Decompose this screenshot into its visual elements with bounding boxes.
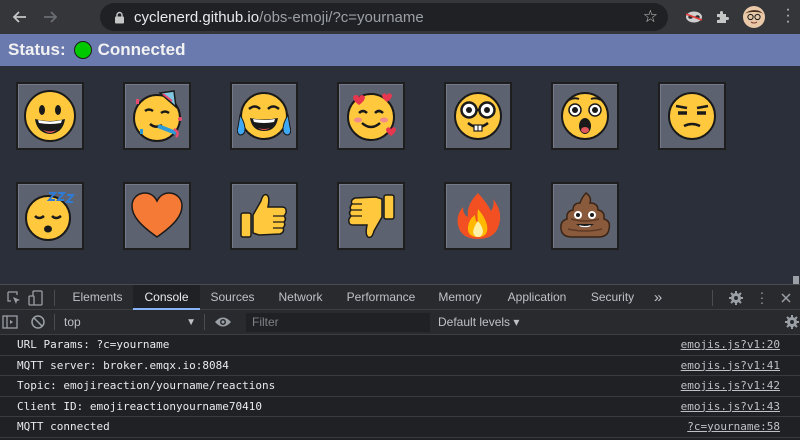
thumbs-down-icon	[348, 194, 395, 239]
console-message: URL Params: ?c=yourname emojis.js?v1:20	[0, 335, 800, 356]
context-value: top	[64, 315, 81, 329]
console-message: Client ID: emojireactionyourname70410 em…	[0, 397, 800, 417]
status-label: Status:	[8, 40, 66, 59]
console-source-link[interactable]: emojis.js?v1:41	[681, 356, 780, 376]
emoji-button-unamused-face[interactable]	[658, 82, 726, 150]
console-message-text: Client ID: emojireactionyourname70410	[17, 399, 263, 413]
bookmark-star-icon[interactable]: ☆	[643, 7, 658, 27]
console-message-text: MQTT server: broker.emqx.io:8084	[17, 358, 229, 372]
toolbar-divider	[54, 314, 55, 330]
clear-console-icon[interactable]	[30, 314, 46, 330]
emoji-button-tears-of-joy[interactable]	[230, 82, 298, 150]
address-bar[interactable]: cyclenerd.github.io/obs-emoji/?c=yournam…	[100, 3, 668, 31]
tab-console[interactable]: Console	[133, 285, 200, 310]
status-value: Connected	[97, 40, 186, 59]
page-scrollbar-thumb[interactable]	[793, 276, 799, 284]
console-messages: URL Params: ?c=yourname emojis.js?v1:20 …	[0, 335, 800, 438]
show-sidebar-icon[interactable]	[2, 314, 18, 330]
url-text: cyclenerd.github.io/obs-emoji/?c=yournam…	[134, 9, 424, 26]
tab-memory[interactable]: Memory	[426, 285, 494, 310]
page-scrollbar[interactable]	[792, 66, 800, 284]
console-source-link[interactable]: emojis.js?v1:43	[681, 397, 780, 417]
log-levels-dropdown[interactable]: Default levels ▾	[438, 314, 519, 331]
tears-of-joy-icon	[237, 92, 291, 140]
astonished-face-icon	[561, 92, 609, 140]
tab-network[interactable]: Network	[265, 285, 336, 310]
context-select[interactable]: top ▼	[58, 314, 200, 331]
console-toolbar: top ▼ Filter Default levels ▾	[0, 310, 800, 335]
smiling-face-with-hearts-icon	[347, 93, 396, 141]
nerd-face-icon	[454, 92, 502, 140]
tab-performance[interactable]: Performance	[336, 285, 426, 310]
mask-extension-icon[interactable]	[682, 5, 706, 29]
context-dropdown-arrow-icon: ▼	[186, 317, 196, 328]
avatar[interactable]	[742, 5, 766, 29]
toolbar-divider	[204, 314, 205, 330]
toolbar-divider	[712, 290, 713, 306]
unamused-face-icon	[668, 92, 716, 140]
close-devtools-icon[interactable]	[778, 290, 794, 306]
more-menu-icon[interactable]: · · ·	[782, 2, 794, 30]
console-message-text: Topic: emojireaction/yourname/reactions	[17, 379, 276, 392]
console-settings-gear-icon[interactable]	[784, 314, 800, 330]
browser-toolbar: cyclenerd.github.io/obs-emoji/?c=yournam…	[0, 0, 800, 34]
inspect-element-icon[interactable]	[6, 290, 22, 306]
console-source-link[interactable]: emojis.js?v1:42	[681, 376, 780, 396]
device-toggle-icon[interactable]	[28, 290, 44, 306]
status-bar: Status: Connected	[0, 34, 800, 66]
emoji-button-thumbs-down[interactable]	[337, 182, 405, 250]
puzzle-extensions-icon[interactable]	[710, 5, 734, 29]
back-arrow-icon[interactable]	[8, 5, 32, 29]
url-path: /obs-emoji/?c=yourname	[259, 8, 424, 26]
sleeping-face-icon	[25, 192, 76, 241]
live-expression-eye-icon[interactable]	[214, 314, 231, 330]
console-message-text: MQTT connected	[17, 420, 110, 433]
devtools-tab-bar: Elements Console Sources Network Perform…	[0, 284, 800, 310]
console-source-link[interactable]: ?c=yourname:58	[687, 417, 780, 437]
emoji-button-nerd-face[interactable]	[444, 82, 512, 150]
toolbar-divider	[54, 290, 55, 306]
forward-arrow-icon[interactable]	[38, 5, 62, 29]
partying-face-icon	[133, 90, 182, 142]
console-message: MQTT server: broker.emqx.io:8084 emojis.…	[0, 356, 800, 376]
page-content: Status: Connected	[0, 34, 800, 284]
fire-icon	[457, 193, 501, 239]
emoji-button-thumbs-up[interactable]	[230, 182, 298, 250]
emoji-button-fire[interactable]	[444, 182, 512, 250]
more-tabs-button[interactable]: »	[648, 285, 668, 310]
console-message: Topic: emojireaction/yourname/reactions …	[0, 376, 800, 397]
lock-icon	[112, 10, 126, 24]
console-message-text: URL Params: ?c=yourname	[17, 338, 170, 351]
settings-gear-icon[interactable]	[728, 290, 744, 306]
emoji-button-orange-heart[interactable]	[123, 182, 191, 250]
devtools-panel: Elements Console Sources Network Perform…	[0, 284, 800, 440]
console-source-link[interactable]: emojis.js?v1:20	[681, 335, 780, 355]
tab-sources[interactable]: Sources	[200, 285, 265, 310]
thumbs-up-icon	[240, 193, 287, 238]
emoji-button-smiling-face-with-hearts[interactable]	[337, 82, 405, 150]
devtools-menu-icon[interactable]: · · ·	[754, 285, 770, 309]
emoji-button-partying-face[interactable]	[123, 82, 191, 150]
tab-elements[interactable]: Elements	[62, 285, 133, 310]
emoji-button-sleeping-face[interactable]	[16, 182, 84, 250]
emoji-button-pile-of-poo[interactable]	[551, 182, 619, 250]
tab-security[interactable]: Security	[580, 285, 645, 310]
pile-of-poo-icon	[560, 192, 611, 238]
filter-input[interactable]: Filter	[246, 313, 430, 332]
console-message: MQTT connected ?c=yourname:58	[0, 417, 800, 438]
emoji-button-astonished-face[interactable]	[551, 82, 619, 150]
tab-application[interactable]: Application	[494, 285, 580, 310]
emoji-button-grinning-face[interactable]	[16, 82, 84, 150]
url-host: cyclenerd.github.io	[134, 8, 260, 26]
orange-heart-icon	[131, 192, 183, 238]
grinning-face-icon	[24, 90, 76, 142]
status-indicator-dot	[73, 41, 92, 59]
